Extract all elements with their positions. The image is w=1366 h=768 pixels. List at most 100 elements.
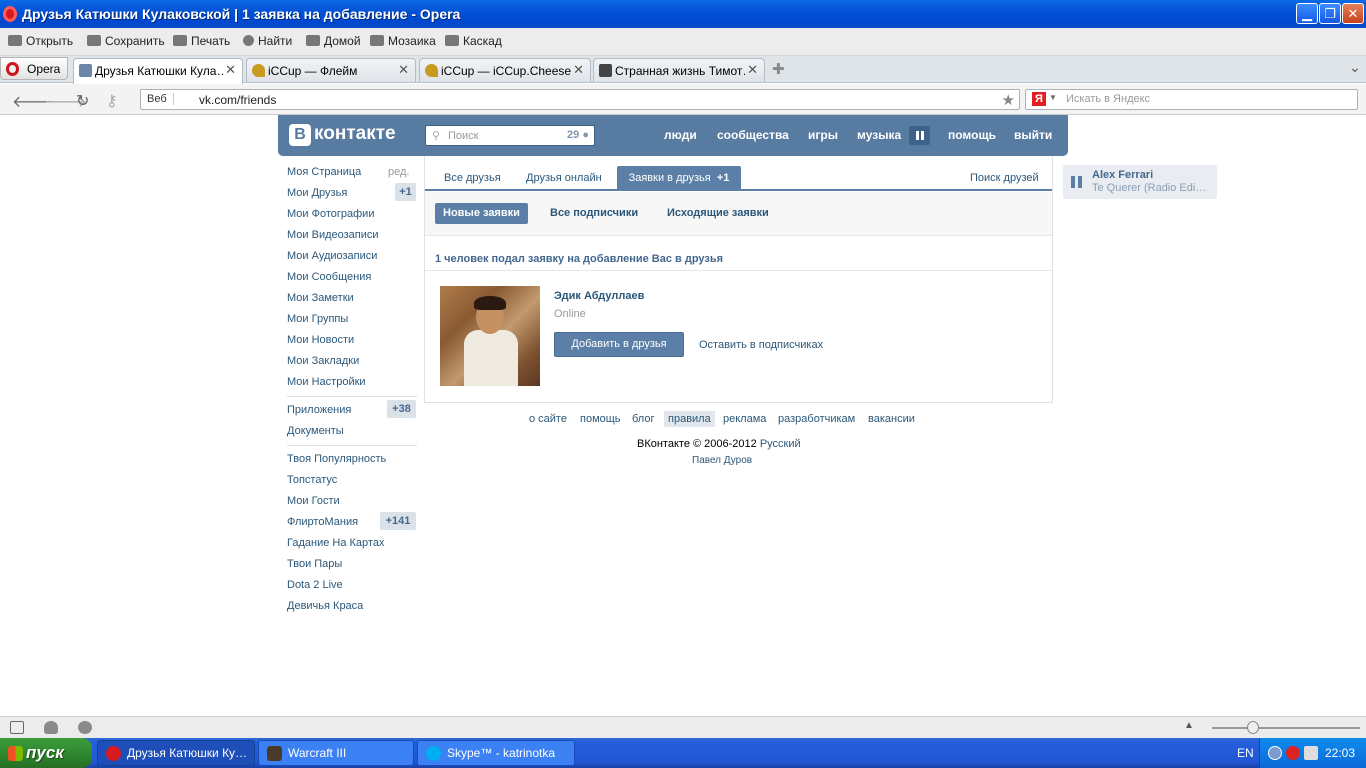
- antivirus-icon[interactable]: [1286, 746, 1300, 760]
- menu-documents[interactable]: Документы: [287, 425, 344, 437]
- language-indicator[interactable]: EN: [1237, 746, 1254, 760]
- start-button[interactable]: пуск: [0, 738, 92, 768]
- menu-app-dota[interactable]: Dota 2 Live: [287, 579, 343, 591]
- footer-jobs[interactable]: вакансии: [868, 413, 915, 425]
- bookmark-star-icon[interactable]: ★: [1002, 91, 1015, 109]
- back-arrow-icon[interactable]: [1268, 746, 1282, 760]
- tab-iccup-cheese[interactable]: iCCup — iCCup.Cheese ✕: [419, 58, 591, 82]
- menu-app-beauty[interactable]: Девичья Краса: [287, 600, 363, 612]
- menu-app-pairs[interactable]: Твои Пары: [287, 558, 342, 570]
- open-button[interactable]: Открыть: [8, 34, 73, 48]
- footer-about[interactable]: о сайте: [529, 413, 567, 425]
- nav-music[interactable]: музыка: [857, 128, 901, 142]
- yandex-search-input[interactable]: Я ▼ Искать в Яндекс: [1025, 89, 1358, 110]
- requester-name[interactable]: Эдик Абдуллаев: [554, 290, 644, 302]
- menu-app-flirtomania[interactable]: ФлиртоМания: [287, 516, 358, 528]
- menu-my-videos[interactable]: Мои Видеозаписи: [287, 229, 379, 241]
- footer-developers[interactable]: разработчикам: [778, 413, 855, 425]
- chevron-up-icon[interactable]: ▲: [1184, 720, 1194, 731]
- close-tab-icon[interactable]: ✕: [225, 62, 236, 78]
- close-window-button[interactable]: ✕: [1342, 3, 1364, 24]
- friends-badge[interactable]: +1: [395, 183, 416, 201]
- footer-ads[interactable]: реклама: [723, 413, 766, 425]
- chevron-down-icon[interactable]: ▼: [1049, 93, 1057, 102]
- menu-my-messages[interactable]: Мои Сообщения: [287, 271, 371, 283]
- subtab-all-subscribers[interactable]: Все подписчики: [550, 207, 638, 219]
- print-button[interactable]: Печать: [173, 34, 230, 48]
- tab-friends-online[interactable]: Друзья онлайн: [526, 172, 602, 184]
- save-button[interactable]: Сохранить: [87, 34, 165, 48]
- requester-avatar[interactable]: [440, 286, 540, 386]
- tab-menu-icon[interactable]: ⌄: [1349, 59, 1361, 76]
- close-tab-icon[interactable]: ✕: [398, 62, 409, 78]
- menu-my-notes[interactable]: Мои Заметки: [287, 292, 354, 304]
- nav-help[interactable]: помощь: [948, 128, 996, 142]
- subtab-new-requests[interactable]: Новые заявки: [435, 203, 528, 224]
- menu-my-friends[interactable]: Мои Друзья: [287, 187, 347, 199]
- cascade-button[interactable]: Каскад: [445, 34, 502, 48]
- tab-vk-friends[interactable]: Друзья Катюшки Кула… ✕: [73, 58, 243, 84]
- menu-apps[interactable]: Приложения: [287, 404, 351, 416]
- close-tab-icon[interactable]: ✕: [747, 62, 758, 78]
- yandex-logo-icon[interactable]: Я: [1032, 92, 1046, 106]
- pause-icon[interactable]: [909, 126, 930, 145]
- menu-app-guests[interactable]: Мои Гости: [287, 495, 340, 507]
- menu-my-bookmarks[interactable]: Мои Закладки: [287, 355, 359, 367]
- apps-badge[interactable]: +38: [387, 400, 416, 418]
- zoom-slider[interactable]: [1212, 727, 1360, 729]
- new-tab-icon[interactable]: ✚: [772, 60, 785, 78]
- nav-communities[interactable]: сообщества: [717, 128, 789, 142]
- menu-my-settings[interactable]: Мои Настройки: [287, 376, 366, 388]
- close-tab-icon[interactable]: ✕: [573, 62, 584, 78]
- audio-player-widget[interactable]: Alex Ferrari Te Querer (Radio Edi…: [1063, 165, 1217, 199]
- founder-link[interactable]: Павел Дуров: [692, 455, 752, 466]
- reload-icon[interactable]: ↻: [76, 91, 89, 111]
- nav-games[interactable]: игры: [808, 128, 838, 142]
- panel-toggle-icon[interactable]: [10, 721, 24, 734]
- menu-my-groups[interactable]: Мои Группы: [287, 313, 348, 325]
- footer-blog[interactable]: блог: [632, 413, 654, 425]
- flirtomania-badge[interactable]: +141: [380, 512, 416, 530]
- vk-search-input[interactable]: ⚲ Поиск 29 ●: [425, 125, 595, 146]
- menu-my-photos[interactable]: Мои Фотографии: [287, 208, 374, 220]
- tab-strange-life[interactable]: Странная жизнь Тимот… ✕: [593, 58, 765, 82]
- task-warcraft[interactable]: Warcraft III: [258, 740, 414, 766]
- keep-subscriber-link[interactable]: Оставить в подписчиках: [699, 339, 823, 351]
- menu-app-popularity[interactable]: Твоя Популярность: [287, 453, 386, 465]
- opera-menu-button[interactable]: Opera: [0, 57, 68, 80]
- vk-logo[interactable]: Вконтакте: [289, 123, 396, 146]
- subtab-outgoing[interactable]: Исходящие заявки: [667, 207, 769, 219]
- tab-friend-requests[interactable]: Заявки в друзья +1: [617, 166, 741, 191]
- speed-dial-icon[interactable]: [78, 721, 92, 734]
- nav-people[interactable]: люди: [664, 128, 697, 142]
- key-icon[interactable]: ⚷: [106, 91, 118, 111]
- url-field[interactable]: Веб vk.com/friends ★: [140, 89, 1020, 110]
- task-opera[interactable]: Друзья Катюшки Ку…: [97, 740, 255, 766]
- menu-my-page[interactable]: Моя Страница: [287, 166, 361, 178]
- nav-logout[interactable]: выйти: [1014, 128, 1052, 142]
- home-button[interactable]: Домой: [306, 34, 361, 48]
- zoom-slider-handle[interactable]: [1247, 721, 1259, 734]
- task-skype[interactable]: Skype™ - katrinotka: [417, 740, 575, 766]
- minimize-button[interactable]: ▁: [1296, 3, 1318, 24]
- find-friends-link[interactable]: Поиск друзей: [970, 172, 1039, 184]
- find-button[interactable]: Найти: [243, 34, 292, 48]
- cloud-icon[interactable]: [44, 721, 58, 734]
- menu-my-audio[interactable]: Мои Аудиозаписи: [287, 250, 377, 262]
- menu-my-news[interactable]: Мои Новости: [287, 334, 354, 346]
- web-badge[interactable]: Веб: [147, 93, 174, 105]
- footer-rules[interactable]: правила: [664, 411, 715, 427]
- network-icon[interactable]: [1304, 746, 1318, 760]
- menu-app-topstatus[interactable]: Топстатус: [287, 474, 337, 486]
- menu-app-cards[interactable]: Гадание На Картах: [287, 537, 384, 549]
- footer-help[interactable]: помощь: [580, 413, 621, 425]
- vk-logo-text: контакте: [314, 123, 396, 144]
- add-friend-button[interactable]: Добавить в друзья: [554, 332, 684, 357]
- tab-iccup-flame[interactable]: iCCup — Флейм ✕: [246, 58, 416, 82]
- menu-edit-link[interactable]: ред.: [388, 166, 409, 178]
- pause-icon[interactable]: [1071, 176, 1082, 188]
- tab-all-friends[interactable]: Все друзья: [444, 172, 501, 184]
- maximize-button[interactable]: ❐: [1319, 3, 1341, 24]
- language-link[interactable]: Русский: [760, 438, 801, 450]
- tile-button[interactable]: Мозаика: [370, 34, 436, 48]
